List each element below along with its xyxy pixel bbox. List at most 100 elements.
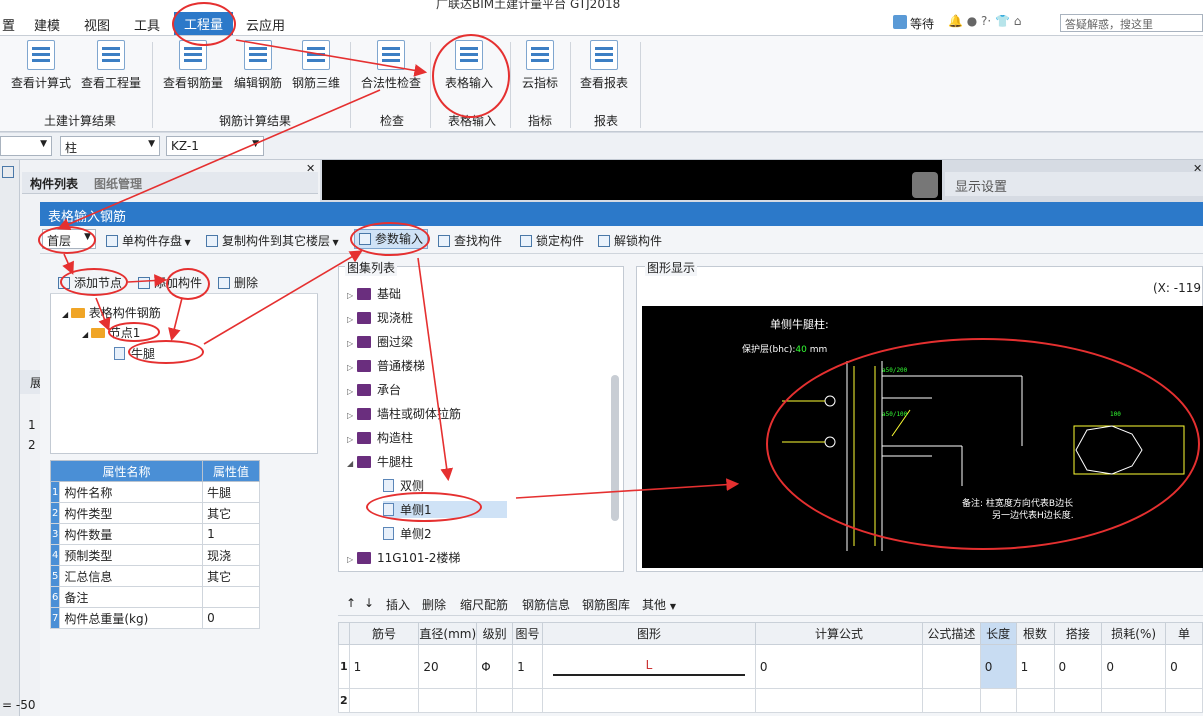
prop-value[interactable]: 牛腿 <box>202 481 260 503</box>
cell-fig[interactable] <box>512 688 544 713</box>
atlas-subitem[interactable]: 单侧2 <box>383 525 432 542</box>
prop-row[interactable]: 1 构件名称 牛腿 <box>49 481 260 503</box>
copy-to-floor-button[interactable]: 复制构件到其它楼层 ▼ <box>206 232 339 249</box>
column-header[interactable]: 根数 <box>1015 622 1055 645</box>
validity-check-button[interactable]: 合法性检查 <box>358 40 424 91</box>
atlas-item[interactable]: ▷ 墙柱或砌体拉筋 <box>347 405 461 422</box>
atlas-item[interactable]: ▷ 现浇桩 <box>347 309 413 326</box>
other-menu-button[interactable]: 其他 ▼ <box>642 596 676 613</box>
cell-shape[interactable] <box>542 688 756 713</box>
cell-grade[interactable] <box>476 688 514 713</box>
chevron-right-icon[interactable]: ▷ <box>347 411 353 420</box>
cell-desc[interactable] <box>922 644 981 689</box>
cell-id[interactable] <box>348 688 420 713</box>
atlas-scrollbar[interactable] <box>611 375 619 521</box>
scale-rebar-button[interactable]: 缩尺配筋 <box>460 596 508 613</box>
cell-grade[interactable]: Φ <box>476 644 514 689</box>
cell-len[interactable] <box>979 688 1017 713</box>
view-quantity-button[interactable]: 查看工程量 <box>80 40 142 91</box>
rebar-library-button[interactable]: 钢筋图库 <box>582 596 630 613</box>
atlas-item[interactable]: ▷ 构造柱 <box>347 429 413 446</box>
column-header[interactable]: 直径(mm) <box>418 622 478 645</box>
tree-root[interactable]: ◢ 表格构件钢筋 <box>62 304 161 321</box>
prop-row[interactable]: 7 构件总重量(kg) 0 <box>49 607 260 629</box>
table-row[interactable]: 1 1 20 Φ 1 L 0 0 1 0 0 0 <box>338 644 1203 689</box>
notification-icon[interactable]: 🔔 ● ?· 👕 ⌂ <box>948 14 1021 28</box>
prop-row[interactable]: 4 预制类型 现浇 <box>49 544 260 566</box>
delete-row-button[interactable]: 删除 <box>422 596 446 613</box>
prop-row[interactable]: 3 构件数量 1 <box>49 523 260 545</box>
column-header[interactable]: 级别 <box>476 622 514 645</box>
cell-count[interactable]: 1 <box>1015 644 1055 689</box>
cell-shape[interactable]: L <box>542 644 756 689</box>
delete-button[interactable]: 删除 <box>218 274 258 291</box>
column-header[interactable]: 损耗(%) <box>1101 622 1167 645</box>
lock-component-button[interactable]: 锁定构件 <box>520 232 584 249</box>
column-header[interactable]: 搭接 <box>1053 622 1103 645</box>
chevron-right-icon[interactable]: ▷ <box>347 387 353 396</box>
chevron-right-icon[interactable]: ▷ <box>347 291 353 300</box>
chevron-right-icon[interactable]: ▷ <box>347 363 353 372</box>
prop-row[interactable]: 6 备注 <box>49 586 260 608</box>
prop-value[interactable]: 1 <box>202 523 260 545</box>
rebar-3d-button[interactable]: 钢筋三维 <box>288 40 344 91</box>
chevron-right-icon[interactable]: ▷ <box>347 315 353 324</box>
rebar-info-button[interactable]: 钢筋信息 <box>522 596 570 613</box>
cell-dia[interactable] <box>418 688 478 713</box>
cell-dia[interactable]: 20 <box>418 644 478 689</box>
unlock-component-button[interactable]: 解锁构件 <box>598 232 662 249</box>
prop-row[interactable]: 2 构件类型 其它 <box>49 502 260 524</box>
column-header[interactable]: 长度 <box>979 622 1017 645</box>
cell-unit[interactable]: 0 <box>1165 644 1203 689</box>
user-name[interactable]: 等待 <box>910 15 934 32</box>
column-header[interactable]: 图号 <box>512 622 544 645</box>
chevron-down-icon[interactable]: ◢ <box>347 459 353 468</box>
atlas-item[interactable]: ▷ 11G101-2楼梯 <box>347 549 460 566</box>
search-input[interactable]: 答疑解惑，搜这里 <box>1060 14 1203 32</box>
cell-fig[interactable]: 1 <box>512 644 544 689</box>
menu-item-cloud[interactable]: 云应用 <box>246 15 285 34</box>
insert-button[interactable]: 插入 <box>386 596 410 613</box>
navigate-icon[interactable] <box>912 172 938 198</box>
prop-row[interactable]: 5 汇总信息 其它 <box>49 565 260 587</box>
save-component-button[interactable]: 单构件存盘 ▼ <box>106 232 191 249</box>
cell-formula[interactable]: 0 <box>754 644 924 689</box>
view-rebar-button[interactable]: 查看钢筋量 <box>162 40 224 91</box>
menu-item-model[interactable]: 建模 <box>34 15 60 34</box>
find-component-button[interactable]: 查找构件 <box>438 232 502 249</box>
chevron-right-icon[interactable]: ▷ <box>347 339 353 348</box>
cell-loss[interactable] <box>1101 688 1167 713</box>
prop-value[interactable]: 0 <box>202 607 260 629</box>
table-row[interactable]: 2 <box>338 688 1203 713</box>
tab-components[interactable]: 构件列表 <box>30 175 78 192</box>
menu-item-tools[interactable]: 工具 <box>134 15 160 34</box>
close-icon[interactable]: ✕ <box>1193 162 1202 175</box>
column-header[interactable]: 图形 <box>542 622 756 645</box>
tab-drawings[interactable]: 图纸管理 <box>94 175 142 192</box>
column-header[interactable]: 筋号 <box>348 622 420 645</box>
close-icon[interactable]: ✕ <box>306 162 315 175</box>
atlas-item[interactable]: ▷ 圈过梁 <box>347 333 413 350</box>
column-header[interactable]: 计算公式 <box>754 622 924 645</box>
view-formula-button[interactable]: 查看计算式 <box>10 40 72 91</box>
atlas-item[interactable]: ▷ 基础 <box>347 285 401 302</box>
type-combo[interactable]: 柱 ▼ <box>60 136 160 156</box>
cell-lap[interactable] <box>1053 688 1103 713</box>
prop-value[interactable]: 其它 <box>202 502 260 524</box>
atlas-item[interactable]: ▷ 普通楼梯 <box>347 357 425 374</box>
view-report-button[interactable]: 查看报表 <box>576 40 632 91</box>
display-settings[interactable]: 显示设置 <box>945 172 1203 196</box>
cell-id[interactable]: 1 <box>348 644 420 689</box>
cell-count[interactable] <box>1015 688 1055 713</box>
column-header[interactable]: 单 <box>1165 622 1203 645</box>
cell-len[interactable]: 0 <box>979 644 1017 689</box>
name-combo[interactable]: KZ-1 ▼ <box>166 136 264 156</box>
prop-value[interactable] <box>202 586 260 608</box>
move-up-button[interactable]: ↑ <box>346 596 356 610</box>
cell-formula[interactable] <box>754 688 924 713</box>
atlas-item[interactable]: ▷ 承台 <box>347 381 401 398</box>
move-down-button[interactable]: ↓ <box>364 596 374 610</box>
drawing-canvas[interactable] <box>322 160 942 200</box>
cell-unit[interactable] <box>1165 688 1203 713</box>
cell-loss[interactable]: 0 <box>1101 644 1167 689</box>
